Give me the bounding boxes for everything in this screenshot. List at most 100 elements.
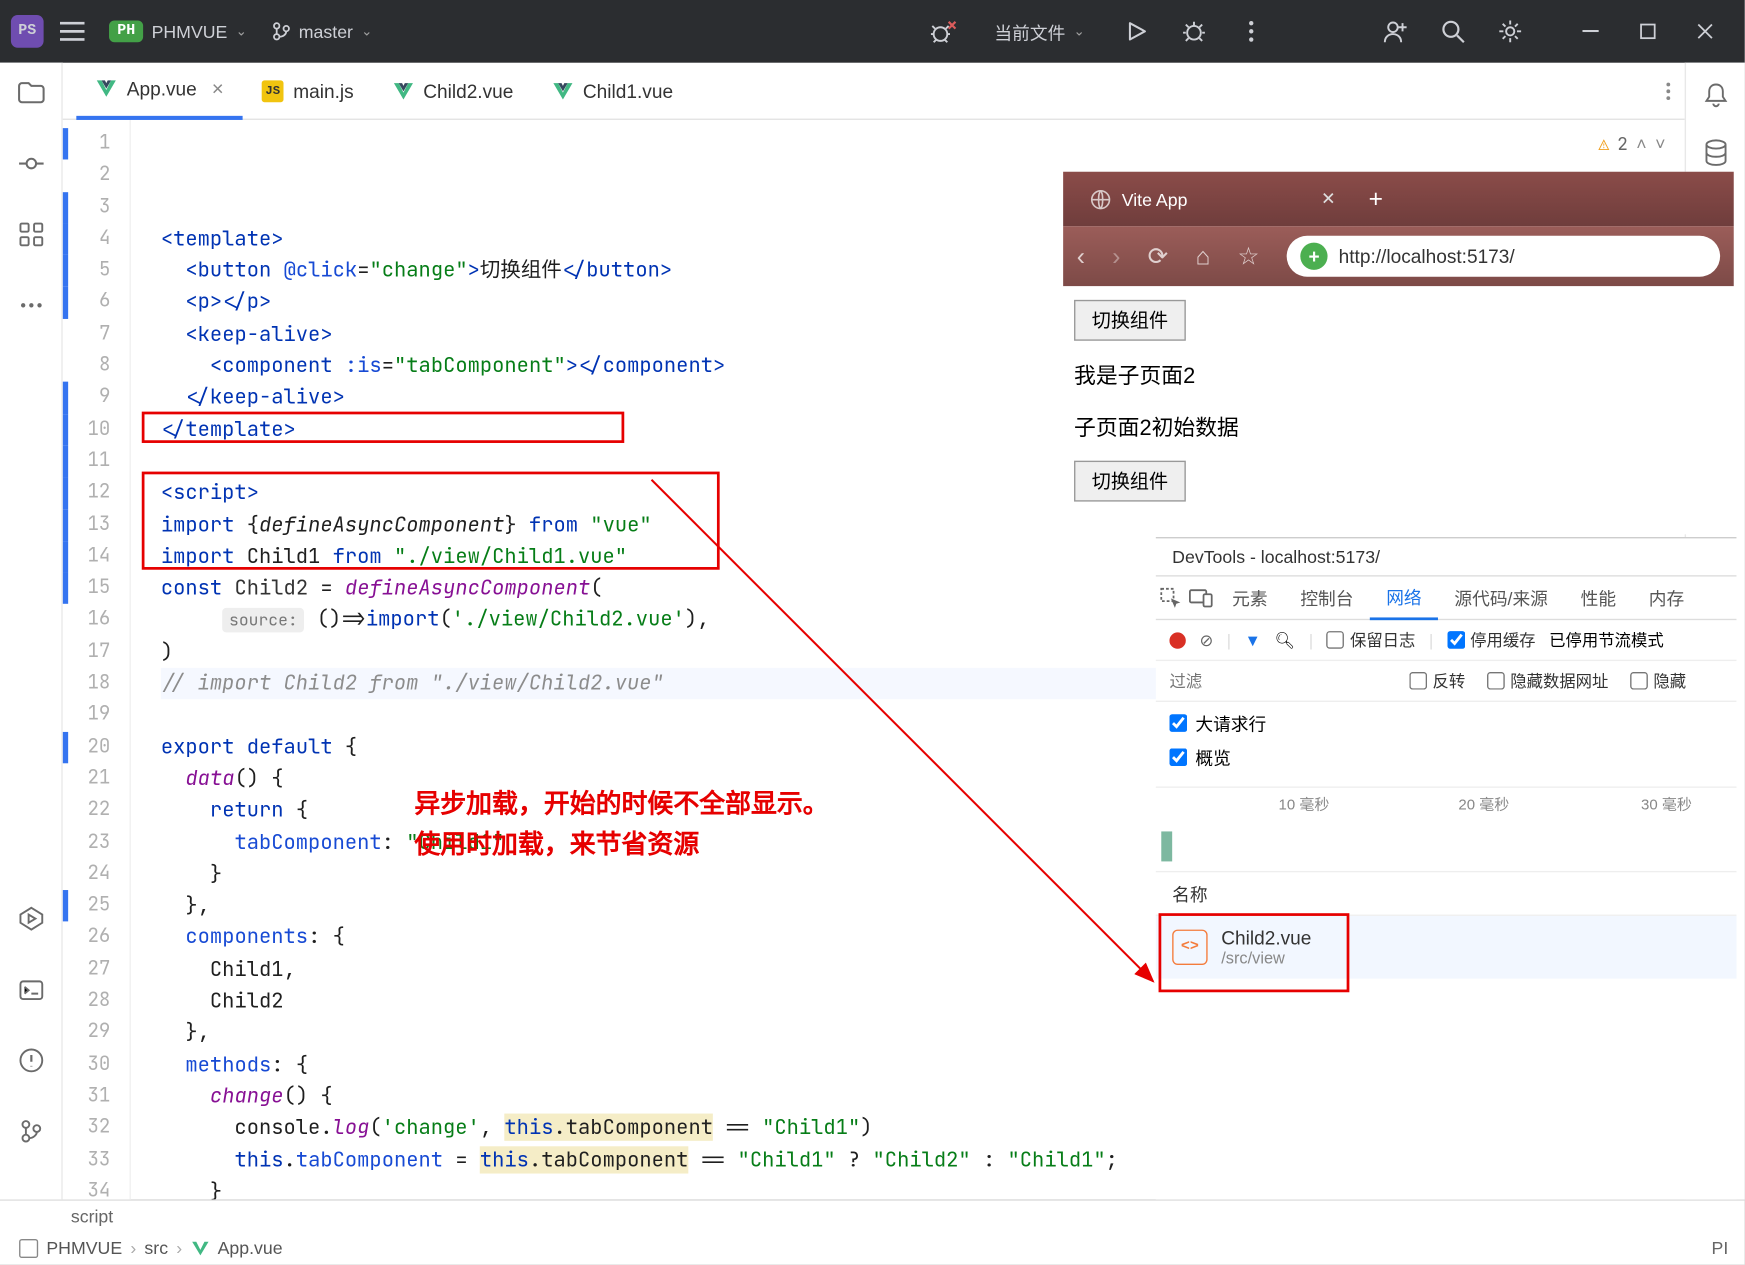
run-config-selector[interactable]: 当前文件 ⌄ bbox=[994, 18, 1085, 44]
run-config-label: 当前文件 bbox=[994, 18, 1065, 44]
forward-icon[interactable]: › bbox=[1112, 242, 1120, 271]
big-rows-checkbox[interactable] bbox=[1169, 714, 1187, 732]
code-with-me-icon[interactable] bbox=[1377, 12, 1415, 50]
run-icon[interactable] bbox=[1118, 12, 1156, 50]
browser-tab-title: Vite App bbox=[1122, 189, 1188, 209]
page-button-1[interactable]: 切换组件 bbox=[1074, 300, 1186, 341]
tab-app-vue[interactable]: App.vue× bbox=[76, 62, 242, 119]
minimize-button[interactable] bbox=[1562, 11, 1619, 52]
network-timeline[interactable]: 10 毫秒 20 毫秒 30 毫秒 bbox=[1156, 788, 1737, 873]
annotation-text: 异步加载，开始的时候不全部显示。 使用时加载，来节省资源 bbox=[414, 785, 828, 867]
browser-tabs: Vite App ✕ + bbox=[1063, 172, 1734, 227]
tab-main-js[interactable]: JSmain.js bbox=[243, 62, 373, 119]
timeline-bar bbox=[1161, 831, 1172, 861]
record-icon[interactable] bbox=[1169, 632, 1185, 648]
clear-icon[interactable]: ⊘ bbox=[1199, 630, 1213, 649]
bookmark-icon[interactable]: ☆ bbox=[1238, 242, 1260, 271]
problems-tool-icon[interactable] bbox=[14, 1044, 47, 1077]
tab-child1-vue[interactable]: Child1.vue bbox=[532, 62, 692, 119]
tab-more-icon[interactable] bbox=[1666, 81, 1671, 100]
search-icon[interactable] bbox=[1434, 12, 1472, 50]
project-name[interactable]: PHMVUE bbox=[152, 21, 228, 41]
throttle-label[interactable]: 已停用节流模式 bbox=[1549, 628, 1664, 651]
network-toolbar: ⊘ | ▼ 🔍︎ | 保留日志 | 停用缓存 已停用节流模式 bbox=[1156, 620, 1737, 661]
devtools-tab-控制台[interactable]: 控制台 bbox=[1284, 576, 1370, 620]
chevron-up-icon[interactable]: ˄ bbox=[1636, 128, 1647, 160]
commit-tool-icon[interactable] bbox=[14, 147, 47, 180]
tab-label: main.js bbox=[293, 80, 353, 102]
disable-cache-checkbox[interactable]: 停用缓存 bbox=[1447, 628, 1536, 651]
bug-stop-icon[interactable] bbox=[924, 12, 962, 50]
warning-count: 2 bbox=[1617, 128, 1628, 160]
inspection-widget[interactable]: ⚠ 2 ˄ ˅ bbox=[1598, 128, 1665, 160]
title-bar: PS PH PHMVUE ⌄ master ⌄ 当前文件 ⌄ bbox=[0, 0, 1745, 63]
timeline-tick: 20 毫秒 bbox=[1458, 793, 1509, 815]
main-menu-icon[interactable] bbox=[60, 22, 85, 41]
browser-toolbar: ‹ › ⟳ ⌂ ☆ + http://localhost:5173/ bbox=[1063, 226, 1734, 286]
chevron-down-icon: ⌄ bbox=[236, 24, 247, 39]
devtools-panel: DevTools - localhost:5173/ 元素控制台网络源代码/来源… bbox=[1156, 537, 1737, 1199]
project-badge: PH bbox=[109, 20, 143, 42]
breadcrumb[interactable]: PHMVUE › src › App.vue PI bbox=[0, 1231, 1745, 1265]
browser-window: Vite App ✕ + ‹ › ⟳ ⌂ ☆ + http://localhos… bbox=[1063, 172, 1734, 535]
chevron-down-icon[interactable]: ˅ bbox=[1655, 128, 1666, 160]
tab-child2-vue[interactable]: Child2.vue bbox=[373, 62, 533, 119]
url-bar[interactable]: + http://localhost:5173/ bbox=[1287, 236, 1720, 277]
chevron-down-icon: ⌄ bbox=[361, 24, 372, 39]
services-tool-icon[interactable] bbox=[14, 902, 47, 935]
branch-icon bbox=[272, 22, 291, 41]
inspect-element-icon[interactable] bbox=[1156, 587, 1186, 609]
devtools-tab-内存[interactable]: 内存 bbox=[1632, 576, 1700, 620]
terminal-tool-icon[interactable] bbox=[14, 973, 47, 1006]
settings-icon[interactable] bbox=[1491, 12, 1529, 50]
devtools-tabs: 元素控制台网络源代码/来源性能内存 bbox=[1156, 577, 1737, 621]
timeline-tick: 10 毫秒 bbox=[1278, 793, 1329, 815]
browser-tab[interactable]: Vite App ✕ bbox=[1077, 180, 1350, 218]
page-text-2: 子页面2初始数据 bbox=[1074, 409, 1723, 442]
network-view-options: 大请求行 概览 bbox=[1156, 702, 1737, 788]
more-tool-icon[interactable] bbox=[14, 289, 47, 322]
tab-label: Child2.vue bbox=[423, 80, 513, 102]
vcs-tool-icon[interactable] bbox=[14, 1115, 47, 1148]
notifications-icon[interactable] bbox=[1699, 79, 1732, 112]
browser-viewport: 切换组件 我是子页面2 子页面2初始数据 切换组件 bbox=[1063, 286, 1734, 531]
close-icon[interactable]: × bbox=[212, 77, 224, 100]
filter-input[interactable] bbox=[1169, 671, 1387, 690]
status-bar: script PHMVUE › src › App.vue PI bbox=[0, 1199, 1745, 1264]
vue-icon bbox=[190, 1238, 209, 1257]
devtools-tab-元素[interactable]: 元素 bbox=[1216, 576, 1284, 620]
more-icon[interactable] bbox=[1232, 12, 1270, 50]
timeline-tick: 30 毫秒 bbox=[1641, 793, 1692, 815]
new-tab-icon[interactable]: + bbox=[1369, 185, 1383, 214]
invert-checkbox[interactable]: 反转 bbox=[1409, 669, 1465, 692]
annotation-box-import bbox=[142, 412, 625, 443]
hide-checkbox[interactable]: 隐藏 bbox=[1630, 669, 1686, 692]
maximize-button[interactable] bbox=[1619, 11, 1676, 52]
warning-icon: ⚠ bbox=[1598, 128, 1609, 160]
close-button[interactable] bbox=[1676, 11, 1733, 52]
debug-icon[interactable] bbox=[1175, 12, 1213, 50]
devtools-tab-性能[interactable]: 性能 bbox=[1564, 576, 1632, 620]
close-icon[interactable]: ✕ bbox=[1321, 188, 1336, 210]
vcs-branch[interactable]: master ⌄ bbox=[272, 21, 373, 41]
database-icon[interactable] bbox=[1699, 136, 1732, 169]
structure-tool-icon[interactable] bbox=[14, 218, 47, 251]
overview-checkbox[interactable] bbox=[1169, 748, 1187, 766]
network-col-name[interactable]: 名称 bbox=[1156, 872, 1737, 916]
annotation-box-const bbox=[142, 472, 720, 570]
devtools-tab-网络[interactable]: 网络 bbox=[1370, 576, 1438, 620]
chevron-down-icon: ⌄ bbox=[1074, 24, 1085, 39]
project-tool-icon[interactable] bbox=[14, 76, 47, 109]
globe-icon bbox=[1090, 189, 1110, 209]
hide-dataurl-checkbox[interactable]: 隐藏数据网址 bbox=[1487, 669, 1608, 692]
reload-icon[interactable]: ⟳ bbox=[1148, 242, 1169, 271]
page-button-2[interactable]: 切换组件 bbox=[1074, 461, 1186, 502]
devtools-tab-源代码/来源[interactable]: 源代码/来源 bbox=[1438, 576, 1564, 620]
context-label: script bbox=[71, 1206, 113, 1226]
home-icon[interactable]: ⌂ bbox=[1195, 242, 1210, 271]
back-icon[interactable]: ‹ bbox=[1077, 242, 1085, 271]
preserve-log-checkbox[interactable]: 保留日志 bbox=[1327, 628, 1416, 651]
device-toolbar-icon[interactable] bbox=[1186, 588, 1216, 607]
filter-icon[interactable]: ▼ bbox=[1245, 630, 1261, 649]
search-icon[interactable]: 🔍︎ bbox=[1275, 630, 1296, 649]
